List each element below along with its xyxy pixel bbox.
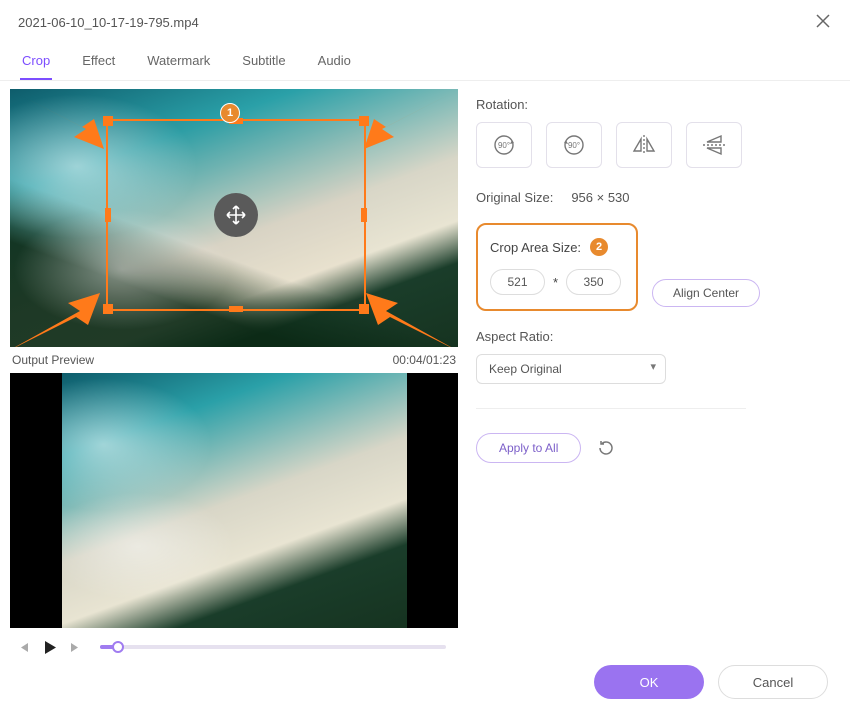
annotation-arrow-icon: [362, 93, 452, 153]
output-preview-label: Output Preview: [12, 353, 94, 367]
time-display: 00:04/01:23: [393, 353, 456, 367]
original-size-value: 956 × 530: [571, 190, 629, 205]
playback-controls: [10, 628, 458, 656]
annotation-arrow-icon: [10, 281, 108, 347]
tab-watermark[interactable]: Watermark: [145, 47, 212, 80]
rotate-cw-button[interactable]: 90°: [476, 122, 532, 168]
tab-audio[interactable]: Audio: [316, 47, 353, 80]
rotation-label: Rotation:: [476, 97, 836, 112]
crop-height-input[interactable]: [566, 269, 621, 295]
tab-bar: Crop Effect Watermark Subtitle Audio: [0, 41, 850, 81]
original-size-label: Original Size:: [476, 190, 553, 205]
crop-preview[interactable]: 1: [10, 89, 458, 347]
next-frame-icon[interactable]: [66, 638, 84, 656]
output-preview: [10, 373, 458, 628]
annotation-badge-2: 2: [589, 237, 609, 257]
crop-handle-bottom[interactable]: [229, 306, 243, 312]
tab-crop[interactable]: Crop: [20, 47, 52, 80]
play-icon[interactable]: [40, 638, 58, 656]
annotation-arrow-icon: [358, 281, 458, 347]
crop-width-input[interactable]: [490, 269, 545, 295]
prev-frame-icon[interactable]: [14, 638, 32, 656]
flip-vertical-button[interactable]: [686, 122, 742, 168]
aspect-ratio-label: Aspect Ratio:: [476, 329, 836, 344]
crop-handle-right[interactable]: [361, 208, 367, 222]
ok-button[interactable]: OK: [594, 665, 704, 699]
divider: [476, 408, 746, 409]
crop-area-size-group: Crop Area Size: 2 *: [476, 223, 638, 311]
align-center-button[interactable]: Align Center: [652, 279, 760, 307]
aspect-ratio-select[interactable]: Keep Original: [476, 354, 666, 384]
close-icon[interactable]: [810, 8, 836, 37]
crop-selection[interactable]: [106, 119, 366, 311]
seek-bar[interactable]: [100, 645, 446, 649]
seek-thumb[interactable]: [112, 641, 124, 653]
annotation-arrow-icon: [16, 93, 106, 153]
annotation-badge-1: 1: [220, 103, 240, 123]
svg-text:90°: 90°: [498, 141, 510, 150]
cancel-button[interactable]: Cancel: [718, 665, 828, 699]
crop-handle-left[interactable]: [105, 208, 111, 222]
tab-effect[interactable]: Effect: [80, 47, 117, 80]
crop-area-size-label: Crop Area Size:: [490, 240, 581, 255]
move-icon[interactable]: [214, 193, 258, 237]
rotate-ccw-button[interactable]: 90°: [546, 122, 602, 168]
svg-text:90°: 90°: [568, 141, 580, 150]
reset-icon[interactable]: [595, 437, 617, 459]
size-separator: *: [553, 275, 558, 290]
tab-subtitle[interactable]: Subtitle: [240, 47, 287, 80]
window-title: 2021-06-10_10-17-19-795.mp4: [18, 15, 199, 30]
flip-horizontal-button[interactable]: [616, 122, 672, 168]
apply-to-all-button[interactable]: Apply to All: [476, 433, 581, 463]
